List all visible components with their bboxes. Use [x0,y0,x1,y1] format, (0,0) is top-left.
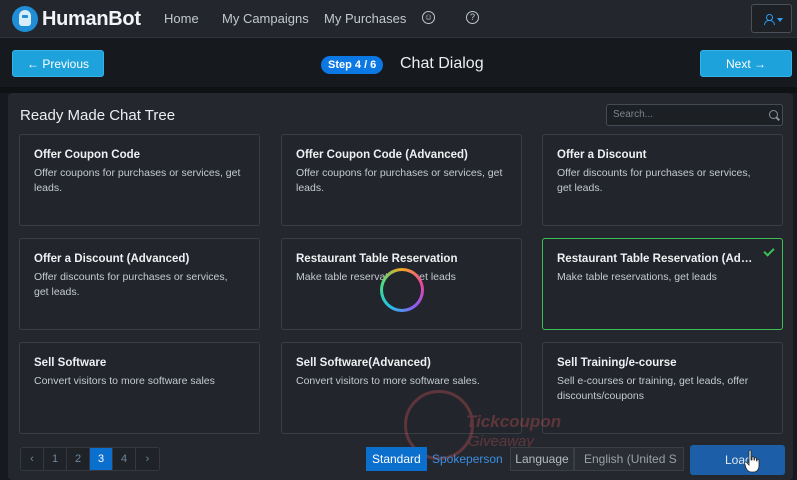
spokesperson-toggle[interactable]: Spokeperson [426,447,509,471]
template-card[interactable]: Offer Coupon Code (Advanced) Offer coupo… [281,134,522,226]
search-placeholder: Search... [613,109,654,120]
card-title: Restaurant Table Reservation (Advanced) [557,253,757,265]
template-card[interactable]: Offer a Discount (Advanced) Offer discou… [19,238,260,330]
user-menu-button[interactable] [751,4,792,33]
hand-cursor-icon [744,449,760,473]
load-button[interactable]: Load [690,445,785,475]
card-description: Offer discounts for purchases or service… [34,271,228,298]
card-title: Restaurant Table Reservation [296,253,458,265]
step-bar: ← Previous Step 4 / 6 Chat Dialog Next → [0,43,797,87]
nav-my-campaigns[interactable]: My Campaigns [222,11,309,26]
nav-my-purchases[interactable]: My Purchases [324,11,406,26]
template-card[interactable]: Offer Coupon Code Offer coupons for purc… [19,134,260,226]
pagination: ‹ 1 2 3 4 › [20,447,160,471]
card-description: Offer coupons for purchases or services,… [296,167,503,194]
card-title: Offer Coupon Code (Advanced) [296,149,468,161]
step-badge: Step 4 / 6 [321,56,384,74]
page-prev[interactable]: ‹ [21,448,44,470]
check-icon [763,245,775,257]
card-description: Offer coupons for purchases or services,… [34,167,241,194]
loading-spinner-icon [380,268,424,312]
previous-button[interactable]: ← Previous [12,50,104,77]
nav-home[interactable]: Home [164,11,199,26]
language-select[interactable]: English (United S [574,447,684,471]
template-card[interactable]: Offer a Discount Offer discounts for pur… [542,134,783,226]
support-icon[interactable]: ☺ [422,11,435,24]
search-icon[interactable] [769,110,778,119]
search-input[interactable]: Search... [606,104,783,126]
caret-down-icon [777,18,783,22]
card-description: Offer discounts for purchases or service… [557,167,751,194]
card-title: Offer a Discount (Advanced) [34,253,190,265]
page-2[interactable]: 2 [67,448,90,470]
user-icon [764,14,775,25]
language-label: Language [510,447,574,471]
logo-icon [12,6,38,32]
page-4[interactable]: 4 [113,448,136,470]
card-description: Convert visitors to more software sales [34,375,215,387]
panel-title: Ready Made Chat Tree [20,107,176,124]
card-title: Sell Software(Advanced) [296,357,431,369]
card-description: Make table reservations, get leads [557,271,717,283]
page-next[interactable]: › [136,448,159,470]
template-card-selected[interactable]: Restaurant Table Reservation (Advanced) … [542,238,783,330]
logo[interactable]: HumanBot [12,5,141,33]
page-1[interactable]: 1 [44,448,67,470]
watermark-line1: Tickcoupon [466,412,562,431]
card-title: Offer Coupon Code [34,149,141,161]
card-description: Convert visitors to more software sales. [296,375,480,387]
standard-toggle[interactable]: Standard [366,447,427,471]
template-card[interactable]: Sell Software Convert visitors to more s… [19,342,260,434]
step-title: Chat Dialog [400,55,484,72]
help-icon[interactable]: ? [466,11,479,24]
card-title: Sell Software [34,357,107,369]
next-button[interactable]: Next → [700,50,792,77]
page-3[interactable]: 3 [90,448,113,470]
card-title: Offer a Discount [557,149,647,161]
card-title: Sell Training/e-course [557,357,677,369]
top-navbar: HumanBot Home My Campaigns My Purchases … [0,0,797,38]
logo-text: HumanBot [42,7,141,30]
